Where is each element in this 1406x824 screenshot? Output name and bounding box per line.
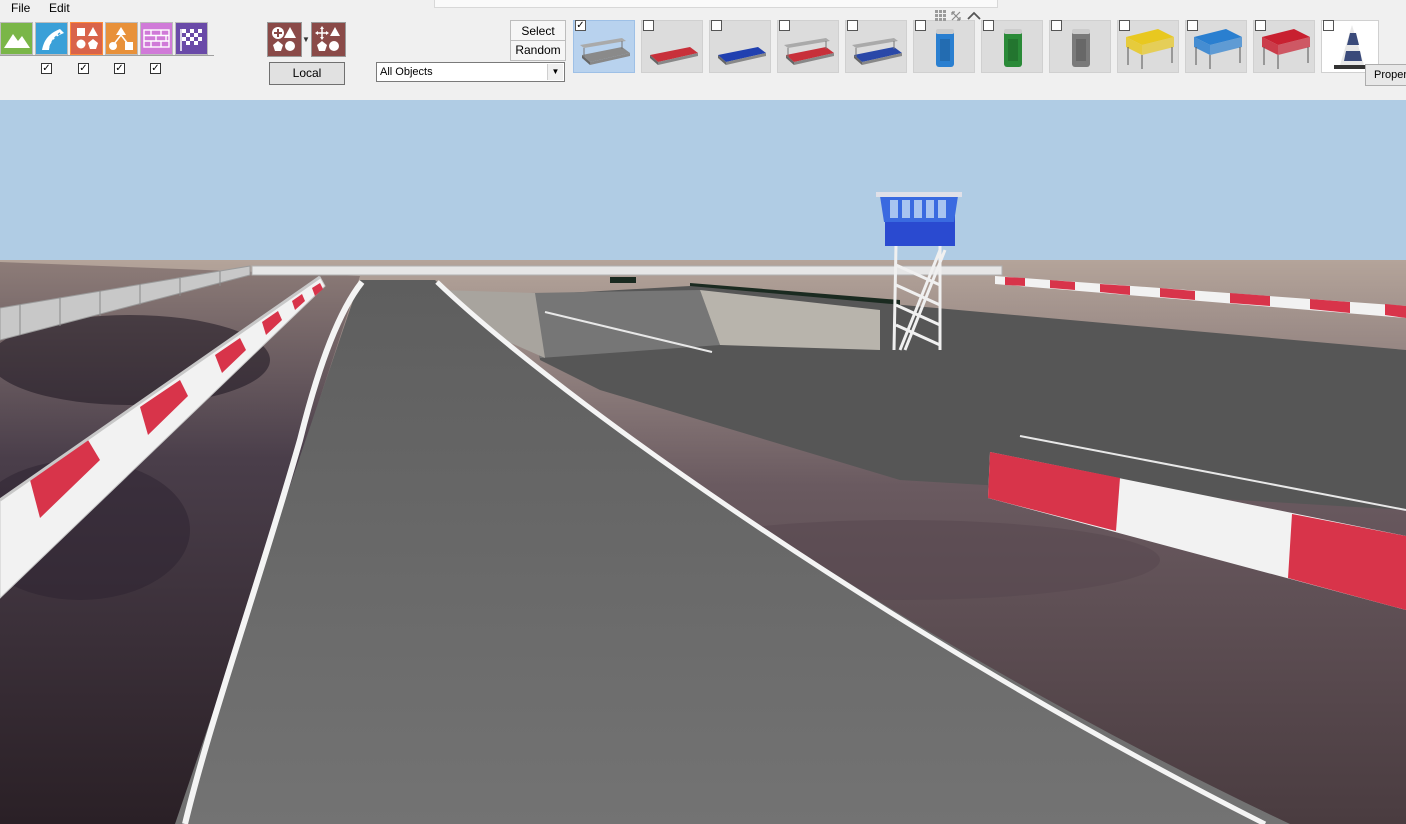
tower-roof: [876, 192, 962, 197]
wall-icon: [143, 29, 170, 48]
object-checkbox[interactable]: [1187, 20, 1198, 31]
add-object-button[interactable]: [267, 22, 302, 57]
object-checkbox[interactable]: [779, 20, 790, 31]
checkered-flag-icon: [180, 29, 202, 51]
object-checkbox[interactable]: [1051, 20, 1062, 31]
layer-checkbox[interactable]: ✓: [150, 63, 161, 74]
terrain-icon: [4, 34, 30, 48]
grid-icon[interactable]: [935, 10, 946, 21]
chevron-down-icon[interactable]: ▼: [547, 64, 563, 80]
terrain-mode-button[interactable]: [0, 22, 33, 55]
object-checkbox[interactable]: [1119, 20, 1130, 31]
random-button[interactable]: Random: [510, 41, 566, 61]
chevron-up-icon[interactable]: [967, 11, 981, 20]
mode-separator: [0, 55, 214, 56]
title-strip: [434, 0, 998, 8]
select-button[interactable]: Select: [510, 20, 566, 41]
3d-viewport[interactable]: [0, 100, 1406, 824]
expand-icon[interactable]: [951, 11, 961, 21]
shapes-icon: [76, 27, 98, 49]
wall-mode-button[interactable]: [140, 22, 173, 55]
toolbar: File Edit ✓ ✓ ✓ ✓ ▼ Local All Objects ▼ …: [0, 0, 1406, 101]
object-network-icon: [109, 27, 133, 50]
object-checkbox[interactable]: [1255, 20, 1266, 31]
track-scene[interactable]: [0, 100, 1406, 824]
object-checkbox[interactable]: [915, 20, 926, 31]
layer-checkbox[interactable]: ✓: [41, 63, 52, 74]
object-checkbox[interactable]: [711, 20, 722, 31]
far-barrier: [251, 265, 1003, 276]
road-mode-button[interactable]: [35, 22, 68, 55]
object-filter-select[interactable]: All Objects ▼: [376, 62, 565, 82]
layer-checkbox[interactable]: ✓: [78, 63, 89, 74]
properties-button[interactable]: Properties: [1365, 64, 1406, 86]
menu-file[interactable]: File: [11, 1, 30, 15]
move-object-button[interactable]: [311, 22, 346, 57]
move-shapes-icon: [315, 26, 340, 51]
tire-stack: [610, 277, 636, 283]
road-icon: [42, 29, 64, 50]
object-checkbox[interactable]: [847, 20, 858, 31]
chevron-down-icon[interactable]: ▼: [302, 35, 310, 44]
layer-checkbox[interactable]: ✓: [114, 63, 125, 74]
menu-edit[interactable]: Edit: [49, 1, 70, 15]
shapes-mode-button[interactable]: [70, 22, 103, 55]
local-button[interactable]: Local: [269, 62, 345, 85]
object-checkbox[interactable]: [1323, 20, 1334, 31]
sky: [0, 100, 1406, 262]
object-network-mode-button[interactable]: [105, 22, 138, 55]
add-shapes-icon: [272, 27, 296, 51]
object-checkbox[interactable]: [643, 20, 654, 31]
object-filter-value: All Objects: [380, 66, 433, 78]
race-mode-button[interactable]: [175, 22, 208, 55]
panel-controls: [935, 10, 981, 21]
object-checkbox[interactable]: ✓: [575, 20, 586, 31]
